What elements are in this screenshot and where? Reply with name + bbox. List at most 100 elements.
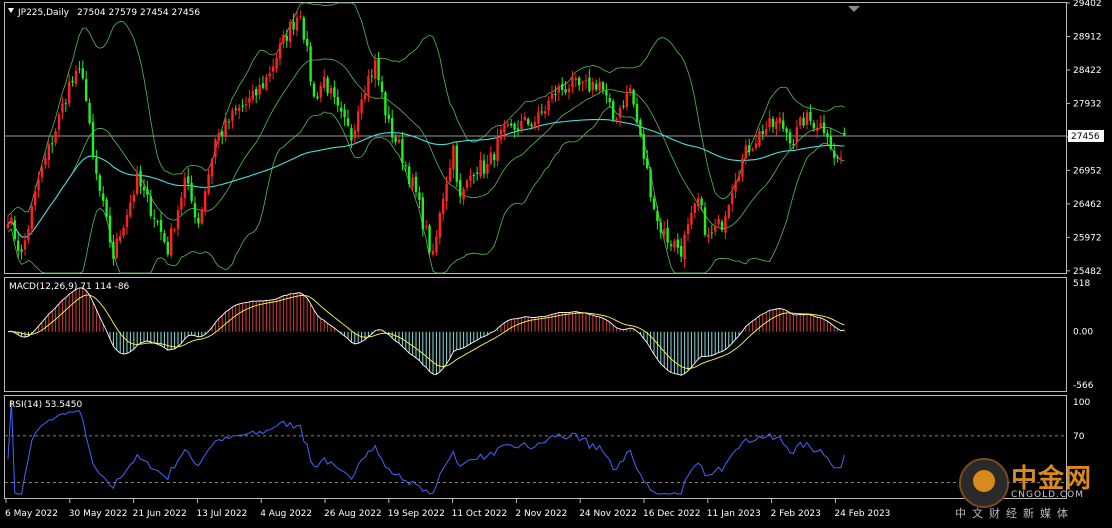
brand-slogan: 中文财经新媒体 — [955, 507, 1074, 520]
candle-body — [584, 79, 588, 82]
macd-tick-label: -566 — [1073, 381, 1094, 391]
candle-body — [472, 174, 475, 176]
candle-body — [418, 192, 421, 200]
ohlc-label: 27504 27579 27454 27456 — [77, 8, 200, 18]
candle-body — [183, 177, 186, 198]
macd-panel-frame — [4, 277, 1067, 392]
axis-layer: 2548225972264622695227442279322842228912… — [5, 0, 1104, 519]
collapse-icon[interactable] — [8, 8, 14, 13]
candle-body — [608, 98, 611, 102]
rsi-panel-frame — [4, 395, 1067, 499]
shift-marker-icon[interactable] — [848, 6, 860, 12]
candle-body — [737, 175, 741, 182]
candle-body — [425, 226, 428, 228]
candle-body — [278, 43, 282, 59]
candle-body — [758, 130, 761, 147]
candle-body — [812, 122, 815, 129]
candle-body — [731, 192, 734, 205]
candle-body — [581, 81, 584, 83]
candle-body — [707, 234, 710, 238]
time-tick-label: 4 Aug 2022 — [260, 509, 312, 519]
candle-body — [659, 222, 662, 233]
candle-body — [431, 251, 435, 255]
candle-body — [51, 143, 54, 145]
price-tick-label: 25482 — [1073, 267, 1102, 277]
candle-body — [258, 84, 261, 95]
candle-body — [799, 117, 802, 126]
candle-body — [826, 133, 829, 138]
candle-body — [268, 73, 271, 77]
candle-body — [295, 17, 299, 31]
candle-body — [326, 77, 329, 94]
bollinger-middle — [7, 58, 845, 238]
candle-body — [115, 238, 118, 258]
candle-body — [476, 172, 479, 175]
candle-body — [346, 118, 350, 126]
candle-body — [299, 16, 302, 18]
time-tick-label: 13 Jul 2022 — [196, 509, 247, 519]
candle-body — [714, 226, 717, 232]
candle-body — [588, 77, 591, 92]
candle-body — [323, 76, 326, 89]
candle-body — [224, 118, 227, 138]
candle-body — [384, 92, 387, 116]
candle-body — [255, 88, 258, 96]
candle-body — [306, 38, 309, 46]
macd-tick-label: 0.00 — [1073, 328, 1093, 338]
candle-body — [91, 122, 95, 157]
price-tick-label: 26462 — [1073, 200, 1102, 210]
candle-body — [686, 224, 690, 234]
price-tick-label: 28422 — [1073, 66, 1102, 76]
candle-body — [523, 117, 526, 120]
candle-body — [88, 102, 91, 124]
candle-body — [618, 107, 622, 118]
candle-body — [595, 84, 598, 90]
candle-body — [10, 217, 13, 225]
candle-body — [329, 87, 333, 94]
candle-body — [564, 89, 567, 93]
candle-body — [635, 103, 639, 123]
candle-body — [95, 158, 98, 174]
candle-body — [44, 157, 47, 165]
candle-body — [486, 163, 489, 174]
candle-body — [652, 198, 656, 209]
candle-body — [428, 225, 431, 252]
time-tick-label: 21 Jun 2022 — [133, 509, 187, 519]
candle-body — [408, 166, 411, 185]
candle-body — [642, 133, 645, 159]
candle-body — [180, 197, 183, 210]
candle-body — [391, 117, 394, 138]
candle-body — [23, 240, 27, 250]
main-panel-frame — [4, 2, 1067, 274]
candle-body — [822, 122, 826, 134]
candle-body — [401, 139, 404, 163]
rsi-tick-label: 70 — [1073, 432, 1085, 442]
candle-body — [819, 123, 822, 127]
candle-body — [238, 107, 241, 112]
candle-body — [13, 220, 16, 240]
candle-body — [809, 111, 812, 121]
candle-body — [85, 79, 88, 101]
candle-body — [666, 227, 669, 243]
candle-body — [414, 176, 418, 192]
symbol-label: JP225,Daily — [17, 8, 70, 18]
candle-body — [727, 205, 730, 218]
candle-body — [149, 196, 152, 216]
candle-body — [221, 131, 224, 136]
candle-body — [802, 117, 805, 126]
candle-body — [292, 21, 295, 30]
candle-body — [105, 199, 108, 217]
candle-body — [754, 143, 758, 148]
candle-body — [17, 240, 20, 251]
candle-body — [550, 93, 554, 99]
candle-body — [333, 87, 336, 98]
candle-body — [663, 229, 666, 235]
candle-body — [778, 117, 781, 124]
candle-body — [302, 17, 305, 40]
candle-body — [204, 191, 207, 212]
candle-body — [27, 228, 30, 240]
candle-body — [54, 131, 57, 143]
candle-body — [285, 35, 288, 41]
candle-body — [540, 111, 543, 113]
time-tick-label: 26 Aug 2022 — [324, 509, 382, 519]
